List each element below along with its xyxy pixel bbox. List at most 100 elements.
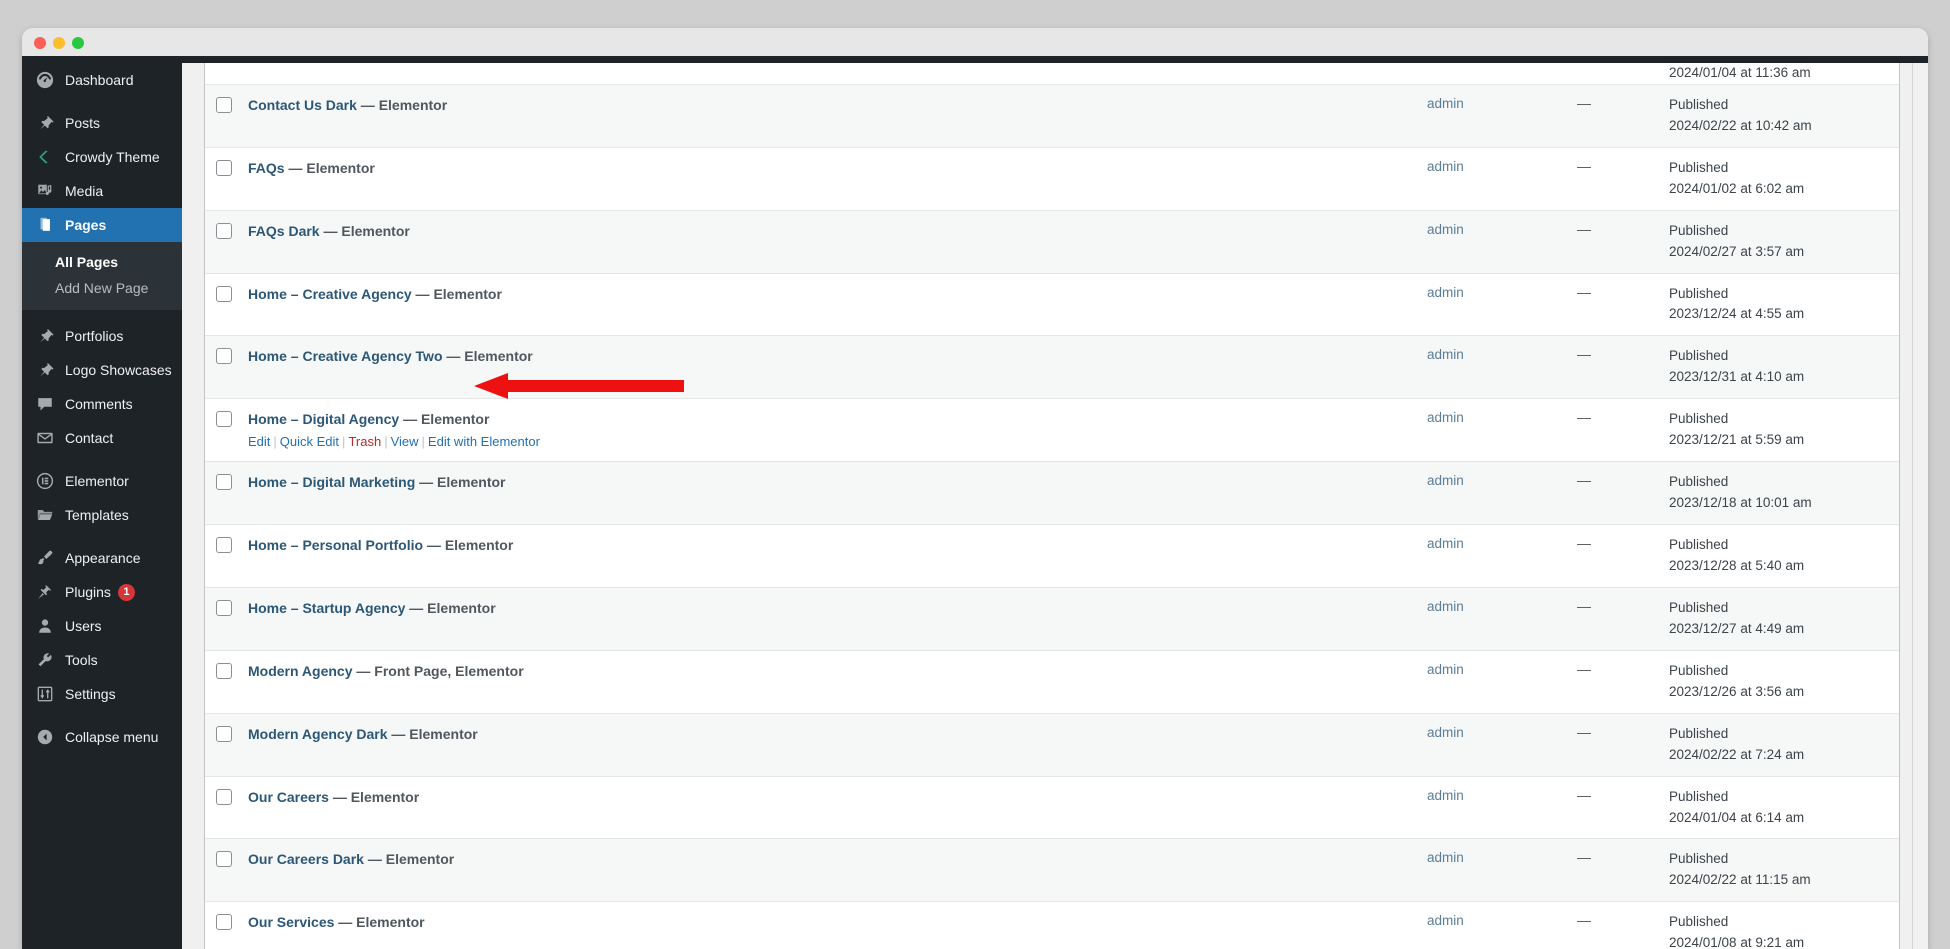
row-select-checkbox[interactable] [216,159,232,176]
row-title-line: Our Services — Elementor [248,912,1419,933]
row-select-checkbox[interactable] [216,348,232,365]
page-scrollbar[interactable] [1912,63,1928,949]
sidebar-item-pages[interactable]: Pages [22,208,190,242]
table-row[interactable]: Our Careers — Elementor admin — Published 20… [205,776,1899,840]
sidebar-item-posts[interactable]: Posts [22,106,182,140]
quick-edit-link[interactable]: Quick Edit [280,434,339,449]
sidebar-item-dashboard[interactable]: Dashboard [22,63,182,97]
page-title-link[interactable]: FAQs [248,160,285,176]
row-select-checkbox[interactable] [216,97,232,113]
minimize-window-button[interactable] [53,37,65,49]
page-title-link[interactable]: Contact Us Dark [248,97,357,113]
page-title-link[interactable]: Our Careers Dark [248,851,364,867]
submenu-item-all-pages[interactable]: All Pages [22,249,182,275]
elementor-icon [34,471,56,491]
close-window-button[interactable] [34,37,46,49]
table-row[interactable]: Home – Digital Agency — Elementor Edit | Qu… [205,399,1899,463]
page-title-link[interactable]: FAQs Dark [248,223,320,239]
row-status-text: Published [1669,222,1729,238]
sidebar-item-elementor[interactable]: Elementor [22,464,182,498]
table-row[interactable]: Our Services — Elementor admin — Published 2… [205,902,1899,949]
author-link[interactable]: admin [1427,285,1464,300]
sidebar-item-collapse-menu[interactable]: Collapse menu [22,720,182,754]
sidebar-item-logo-showcases[interactable]: Logo Showcases [22,353,182,387]
table-row[interactable]: Modern Agency Dark — Elementor admin — Publ… [205,713,1899,777]
row-select-checkbox[interactable] [216,537,232,554]
row-author-cell: admin [1427,525,1577,563]
author-link[interactable]: admin [1427,159,1464,174]
page-title-link[interactable]: Home – Creative Agency [248,286,412,302]
row-comments-cell: — [1577,849,1591,866]
table-row[interactable]: FAQs — Elementor admin — Published 2024/01/0… [205,147,1899,211]
sidebar-item-users[interactable]: Users [22,609,182,643]
sidebar-item-contact[interactable]: Contact [22,421,182,455]
page-title-link[interactable]: Home – Digital Agency [248,411,399,427]
author-link[interactable]: admin [1427,96,1464,111]
sidebar-item-templates[interactable]: Templates [22,498,182,532]
row-select-checkbox[interactable] [216,474,232,491]
row-title-cell: Home – Startup Agency — Elementor [248,588,1427,629]
table-row[interactable]: FAQs Dark — Elementor admin — Published 2024… [205,210,1899,274]
sidebar-item-plugins[interactable]: Plugins 1 [22,575,182,609]
page-title-link[interactable]: Modern Agency Dark [248,726,388,742]
page-title-suffix: — Elementor [356,97,448,113]
paintbrush-icon [34,548,56,568]
submenu-item-add-new-page[interactable]: Add New Page [22,275,182,301]
table-row[interactable]: Home – Digital Marketing — Elementor admi… [205,462,1899,526]
sidebar-item-media[interactable]: Media [22,174,182,208]
row-select-checkbox[interactable] [216,411,232,428]
table-row[interactable]: Modern Agency — Front Page, Elementor adm… [205,650,1899,714]
sidebar-item-settings[interactable]: Settings [22,677,182,711]
row-comments-cell: — [1577,472,1591,489]
author-link[interactable]: admin [1427,662,1464,677]
page-viewport: Dashboard Posts Crowdy Theme Media Pages All… [22,63,1928,949]
table-row-partial[interactable]: 2024/01/04 at 11:36 am [205,63,1899,85]
page-title-link[interactable]: Home – Startup Agency [248,600,405,616]
row-select-checkbox[interactable] [216,285,232,302]
sidebar-item-appearance[interactable]: Appearance [22,541,182,575]
row-select-checkbox[interactable] [216,914,232,931]
row-checkbox-cell [205,211,248,239]
author-link[interactable]: admin [1427,850,1464,865]
table-row[interactable]: Home – Startup Agency — Elementor admin — P… [205,588,1899,651]
row-checkbox-cell [205,148,248,176]
row-select-checkbox[interactable] [216,222,232,239]
row-select-checkbox[interactable] [216,851,232,868]
page-title-link[interactable]: Our Services [248,914,334,930]
sidebar-item-tools[interactable]: Tools [22,643,182,677]
admin-sidebar: Dashboard Posts Crowdy Theme Media Pages All… [22,63,190,949]
author-link[interactable]: admin [1427,536,1464,551]
author-link[interactable]: admin [1427,347,1464,362]
table-row[interactable]: Home – Creative Agency Two — Elementor ad… [205,336,1899,400]
author-link[interactable]: admin [1427,222,1464,237]
page-title-link[interactable]: Home – Creative Agency Two [248,348,443,364]
author-link[interactable]: admin [1427,473,1464,488]
table-row[interactable]: Contact Us Dark — Elementor admin — Publish… [205,85,1899,148]
row-action-separator: | [421,434,425,450]
author-link[interactable]: admin [1427,913,1464,928]
row-select-checkbox[interactable] [216,662,232,679]
author-link[interactable]: admin [1427,725,1464,740]
edit-link[interactable]: Edit [248,434,270,449]
table-row[interactable]: Home – Personal Portfolio — Elementor adm… [205,525,1899,589]
author-link[interactable]: admin [1427,788,1464,803]
edit-with-elementor-link[interactable]: Edit with Elementor [428,434,540,449]
trash-link[interactable]: Trash [348,434,381,449]
author-link[interactable]: admin [1427,410,1464,425]
sidebar-item-crowdy-theme[interactable]: Crowdy Theme [22,140,182,174]
maximize-window-button[interactable] [72,37,84,49]
page-title-link[interactable]: Home – Personal Portfolio [248,537,423,553]
table-row[interactable]: Home – Creative Agency — Elementor admin —… [205,273,1899,337]
author-link[interactable]: admin [1427,599,1464,614]
row-select-checkbox[interactable] [216,788,232,805]
page-title-link[interactable]: Home – Digital Marketing [248,474,415,490]
sidebar-item-comments[interactable]: Comments [22,387,182,421]
row-checkbox-cell [205,274,248,302]
row-select-checkbox[interactable] [216,600,232,617]
view-link[interactable]: View [391,434,419,449]
row-select-checkbox[interactable] [216,725,232,742]
page-title-link[interactable]: Modern Agency [248,663,353,679]
sidebar-item-portfolios[interactable]: Portfolios [22,319,182,353]
table-row[interactable]: Our Careers Dark — Elementor admin — Publis… [205,839,1899,903]
page-title-link[interactable]: Our Careers [248,789,329,805]
